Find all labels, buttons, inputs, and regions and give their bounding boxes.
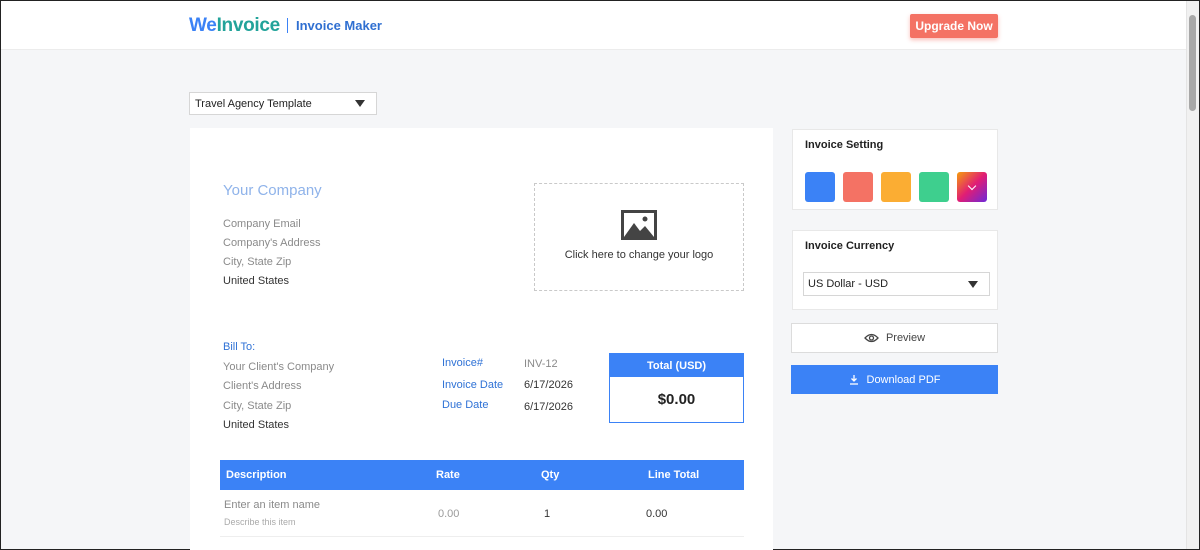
invoice-document: Your Company Company Email Company's Add… — [190, 128, 773, 550]
download-pdf-button[interactable]: Download PDF — [791, 365, 998, 394]
client-city-input[interactable]: City, State Zip — [223, 400, 291, 412]
top-header: WeInvoice Invoice Maker Upgrade Now — [1, 1, 1187, 50]
item-rate-input[interactable]: 0.00 — [438, 508, 459, 520]
item-description-input[interactable]: Describe this item — [224, 517, 296, 527]
upgrade-now-button[interactable]: Upgrade Now — [910, 14, 998, 38]
template-select[interactable]: Travel Agency Template — [189, 92, 377, 115]
invoice-date-label: Invoice Date — [442, 379, 504, 391]
bill-to-label: Bill To: — [223, 341, 256, 353]
scrollbar-thumb[interactable] — [1189, 15, 1196, 111]
invoice-date-input[interactable]: 6/17/2026 — [524, 379, 573, 391]
items-table-header: Description Rate Qty Line Total — [220, 460, 744, 490]
item-line-total: 0.00 — [646, 508, 668, 520]
client-country-input[interactable]: United States — [223, 419, 289, 431]
company-email-input[interactable]: Company Email — [223, 218, 301, 230]
due-date-input[interactable]: 6/17/2026 — [524, 401, 573, 413]
column-header-line-total: Line Total — [648, 469, 700, 481]
invoice-setting-panel: Invoice Setting — [792, 129, 998, 210]
logo-divider — [287, 18, 288, 33]
table-row: Enter an item name Describe this item 0.… — [220, 490, 744, 537]
color-swatch-red[interactable] — [843, 172, 873, 202]
template-select-value: Travel Agency Template — [195, 97, 312, 110]
eye-icon — [864, 333, 879, 343]
invoice-currency-panel: Invoice Currency US Dollar - USD — [792, 230, 998, 310]
logo-upload-hint: Click here to change your logo — [564, 249, 714, 261]
company-country-input[interactable]: United States — [223, 275, 289, 287]
color-swatch-orange[interactable] — [881, 172, 911, 202]
logo-upload-area[interactable]: Click here to change your logo — [534, 183, 744, 291]
preview-label: Preview — [885, 332, 926, 344]
client-address-input[interactable]: Client's Address — [223, 380, 302, 392]
total-amount: $0.00 — [657, 391, 696, 408]
company-name-input[interactable]: Your Company — [223, 182, 322, 199]
invoice-currency-title: Invoice Currency — [805, 240, 895, 252]
app-name: Invoice Maker — [296, 18, 382, 33]
column-header-qty: Qty — [541, 469, 560, 481]
column-header-rate: Rate — [436, 469, 460, 481]
currency-select-value: US Dollar - USD — [808, 278, 889, 290]
chevron-down-icon — [967, 181, 977, 190]
caret-down-icon — [968, 281, 978, 288]
total-label: Total (USD) — [610, 354, 743, 377]
custom-color-picker[interactable] — [957, 172, 987, 202]
scrollbar-track[interactable] — [1186, 1, 1199, 549]
brand-logo[interactable]: WeInvoice — [189, 15, 280, 37]
invoice-setting-title: Invoice Setting — [805, 139, 884, 151]
company-city-input[interactable]: City, State Zip — [223, 256, 291, 268]
item-name-input[interactable]: Enter an item name — [224, 499, 320, 511]
total-box: Total (USD) $0.00 — [609, 353, 744, 423]
image-icon — [621, 210, 657, 240]
column-header-description: Description — [226, 469, 287, 481]
download-icon — [849, 375, 858, 385]
item-qty-input[interactable]: 1 — [544, 508, 550, 520]
caret-down-icon — [355, 100, 365, 107]
color-swatch-green[interactable] — [919, 172, 949, 202]
color-swatch-blue[interactable] — [805, 172, 835, 202]
preview-button[interactable]: Preview — [791, 323, 998, 353]
download-pdf-label: Download PDF — [866, 373, 941, 386]
company-address-input[interactable]: Company's Address — [223, 237, 320, 249]
due-date-label: Due Date — [442, 399, 489, 411]
client-company-input[interactable]: Your Client's Company — [223, 361, 334, 373]
currency-select[interactable]: US Dollar - USD — [803, 272, 990, 296]
invoice-number-label: Invoice# — [442, 357, 483, 369]
invoice-number-input[interactable]: INV-12 — [524, 358, 558, 370]
